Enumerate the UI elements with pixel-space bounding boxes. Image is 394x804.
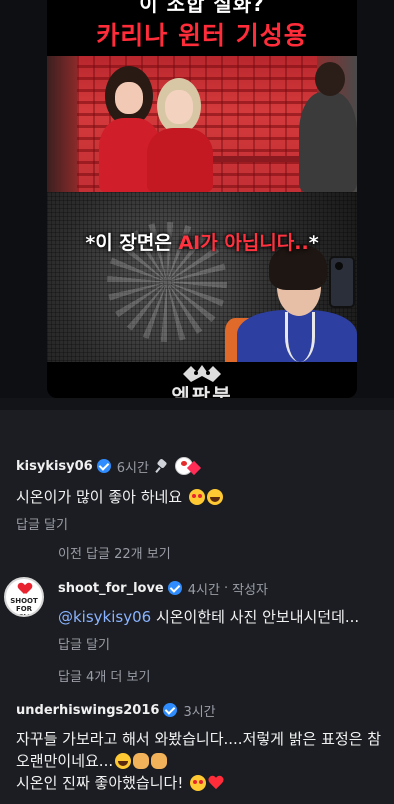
author-tag: 작성자 [232,582,268,598]
video-title-band: 이 조합 실화? 카리나 윈터 기성용 [47,0,357,56]
comment-header: shoot_for_love 4시간 · 작성자 [58,578,388,598]
view-previous-replies-button[interactable]: 이전 답글 22개 보기 [58,543,171,562]
shoot-for-love-avatar[interactable]: SHOOT FOR LOVE [4,577,44,617]
reply-button[interactable]: 답글 달기 [58,634,388,653]
video-thumbnail[interactable]: 이 조합 실화? 카리나 윈터 기성용 *이 장면은 AI가 아닙니다..* 엠… [47,0,357,398]
comment-shoot-for-love: shoot_for_love 4시간 · 작성자 @kisykisy06 시온이… [58,578,388,654]
verified-badge-icon [167,581,182,595]
comment-header: kisykisy06 6시간 [16,456,386,476]
comment-username[interactable]: kisykisy06 [16,459,93,474]
comment-time: 3시간 [183,704,216,720]
comment-text-body: 시온이가 많이 좋아 하네요 [16,488,183,506]
caption-suffix: * [308,232,319,254]
comment-underhiswings2016: underhiswings2016 3시간 자꾸들 가보라고 해서 와봤습니다.… [16,700,388,794]
red-heart-emoji [208,775,224,791]
heart-eyes-emoji [190,775,207,791]
avatar-heart-icon [19,583,31,595]
verified-badge-icon [96,459,111,473]
clap-emoji [133,753,150,769]
person-2-face [165,90,193,124]
crowd-left [47,56,77,192]
caption-accent: AI가 아닙니다.. [178,232,309,254]
comment-username[interactable]: underhiswings2016 [16,703,159,718]
person-1-face [115,82,143,114]
comment-username[interactable]: shoot_for_love [58,581,164,596]
stadium-scene [47,56,357,192]
comment-text-body: 시온이한테 사진 안보내시던데... [151,608,360,626]
video-title-line1: 이 조합 실화? [139,0,265,16]
heart-eyes-emoji [188,489,205,505]
view-more-replies-button[interactable]: 답글 4개 더 보기 [58,666,150,685]
video-title-line2: 카리나 윈터 기성용 [96,21,308,50]
railing [197,156,307,162]
phone-icon [329,256,355,308]
clap-emoji [151,753,168,769]
person-3-head [315,62,345,96]
comment-text: 자꾸들 가보라고 해서 와봤습니다....저렇게 밝은 표정은 참 오랜만이네요… [16,728,388,794]
pin-icon [155,459,169,473]
channel-logo-strip: 엠팍붐 [47,362,357,398]
comment-time: 4시간 [187,582,220,598]
person-2-body [147,128,213,192]
comment-text-part2: 시온인 진짜 좋아했습니다! [16,774,184,792]
person-3-body [299,92,357,192]
reply-button[interactable]: 답글 달기 [16,514,386,533]
laughing-emoji [115,753,132,769]
screen-scene: *이 장면은 AI가 아닙니다..* [47,192,357,362]
caption-prefix: *이 장면은 [85,232,179,254]
comment-time: 6시간 [116,460,149,476]
section-divider [0,398,394,410]
comments-section: kisykisy06 6시간 시온이가 많이 좋아 하네요 답글 달기 이전 답… [0,410,394,804]
separator-dot: · [223,580,229,596]
lanyard [285,312,315,362]
comment-header: underhiswings2016 3시간 [16,700,388,720]
avatar-logo-text: SHOOT FOR LOVE [10,597,38,617]
comment-text: 시온이가 많이 좋아 하네요 [16,486,386,508]
comment-text: @kisykisy06 시온이한테 사진 안보내시던데... [58,606,388,628]
mention-link[interactable]: @kisykisy06 [58,608,151,626]
channel-logo-text: 엠팍붐 [171,384,233,398]
video-caption: *이 장면은 AI가 아닙니다..* [47,228,357,255]
phone-lens [335,262,343,270]
comment-text-part1: 자꾸들 가보라고 해서 와봤습니다....저렇게 밝은 표정은 참 오랜만이네요… [16,730,382,770]
comment-kisykisy06: kisykisy06 6시간 시온이가 많이 좋아 하네요 답글 달기 [16,456,386,533]
verified-badge-icon [163,703,178,717]
laughing-emoji [206,489,223,505]
